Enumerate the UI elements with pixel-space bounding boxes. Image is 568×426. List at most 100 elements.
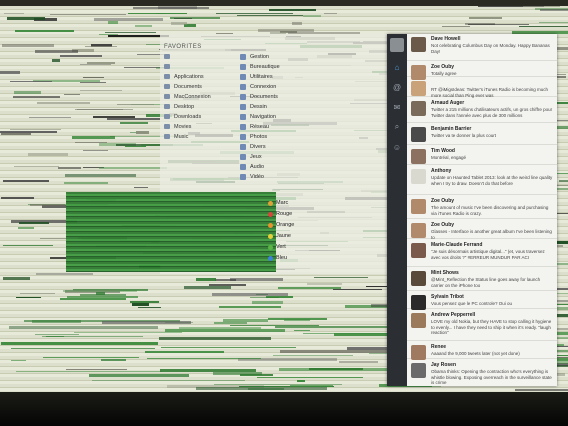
- tweet-avatar[interactable]: [411, 313, 426, 328]
- tweet-item[interactable]: Zoe Ouby The amount of music I've been di…: [407, 196, 557, 219]
- tweet-item[interactable]: RT @iMigsIdeas: Twitter's iTunes Radio i…: [407, 78, 557, 98]
- file-row[interactable]: Réseau: [236, 122, 386, 132]
- file-row-label: Bureautique: [250, 64, 280, 70]
- glitch-streak: [339, 361, 378, 363]
- tweet-author[interactable]: Arnaud Auger: [431, 100, 464, 106]
- file-row[interactable]: Dessin: [236, 102, 386, 112]
- file-row[interactable]: Divers: [236, 142, 386, 152]
- tag-item[interactable]: Rouge: [266, 209, 326, 220]
- tweet-item[interactable]: Zoe Ouby Glasses - Interface is another g…: [407, 220, 557, 240]
- tag-item[interactable]: Jaune: [266, 231, 326, 242]
- tweet-author[interactable]: Anthony: [431, 168, 451, 174]
- sidebar-item-label: Music: [174, 134, 189, 140]
- messages-icon[interactable]: ✉: [392, 102, 402, 112]
- twitter-app-window: ⌂ @ ✉ ⌕ ☺ Dave Howell Not celebrating Col…: [387, 34, 557, 386]
- sidebar-item-label: Desktop: [174, 104, 195, 110]
- tweet-avatar[interactable]: [411, 345, 426, 360]
- tweet-author[interactable]: Zoe Ouby: [431, 64, 454, 70]
- tweet-author[interactable]: Tim Wood: [431, 148, 455, 154]
- tweet-author[interactable]: Mint Shows: [431, 270, 459, 276]
- tag-item[interactable]: Vert: [266, 242, 326, 253]
- tweet-avatar[interactable]: [411, 81, 426, 96]
- glitch-streak: [179, 327, 261, 329]
- tweet-avatar[interactable]: [411, 127, 426, 142]
- file-row[interactable]: Audio: [236, 162, 386, 172]
- profile-icon[interactable]: ☺: [392, 142, 402, 152]
- file-row-label: Photos: [250, 134, 268, 140]
- glitch-streak: [50, 14, 126, 15]
- tweet-avatar[interactable]: [411, 199, 426, 214]
- tweet-item[interactable]: Dave Howell Not celebrating Columbus Day …: [407, 34, 557, 61]
- glitch-streak: [11, 348, 155, 349]
- glitch-streak: [214, 322, 247, 324]
- file-row[interactable]: Vidéo: [236, 172, 386, 182]
- home-icon[interactable]: ⌂: [392, 62, 402, 72]
- tweet-text: Not celebrating Columbus Day on Monday. …: [431, 43, 550, 54]
- tweet-item[interactable]: Benjamin Barrier Twitter va te donner la …: [407, 124, 557, 145]
- sidebar-item[interactable]: [158, 52, 238, 62]
- mentions-icon[interactable]: @: [392, 82, 402, 92]
- tweet-item[interactable]: Arnaud Auger Twitter a 215 millions d'uti…: [407, 98, 557, 123]
- file-row[interactable]: Photos: [236, 132, 386, 142]
- file-row[interactable]: Bureautique: [236, 62, 386, 72]
- glitch-streak: [136, 131, 149, 134]
- tweet-avatar[interactable]: [411, 363, 426, 378]
- tweet-avatar[interactable]: [411, 223, 426, 238]
- glitch-streak: [307, 283, 342, 285]
- glitch-streak: [557, 120, 568, 121]
- file-row[interactable]: Navigation: [236, 112, 386, 122]
- file-row[interactable]: Connexion: [236, 82, 386, 92]
- tweet-item[interactable]: Tim Wood Montréal, engagé: [407, 146, 557, 165]
- file-row[interactable]: Utilitaires: [236, 72, 386, 82]
- finder-sidebar: Applications Documents MacConnexion Desk…: [158, 52, 238, 142]
- tag-item[interactable]: Bleu: [266, 253, 326, 264]
- tweet-author[interactable]: Andrew Pepperrell: [431, 312, 475, 318]
- tweet-avatar[interactable]: [411, 169, 426, 184]
- tweet-author[interactable]: Benjamin Barrier: [431, 126, 471, 132]
- tweet-item[interactable]: Marie-Claude Ferrand "Je suis désormais a…: [407, 240, 557, 267]
- tweet-item[interactable]: Andrew Pepperrell LOVE my old Nokia, but …: [407, 310, 557, 341]
- tweet-item[interactable]: Anthony Update on Haunted Tablet 2013: lo…: [407, 166, 557, 195]
- tweet-text: Update on Haunted Tablet 2013: look at t…: [431, 175, 553, 186]
- tweet-item[interactable]: Renee Aaaand the 9,000 tweets later (not …: [407, 342, 557, 360]
- tag-item[interactable]: Orange: [266, 220, 326, 231]
- tweet-item[interactable]: Zoe Ouby Totally agree: [407, 62, 557, 80]
- tweet-author[interactable]: Renee: [431, 344, 446, 350]
- tweet-avatar[interactable]: [411, 101, 426, 116]
- tweet-avatar[interactable]: [411, 149, 426, 164]
- glitch-streak: [75, 142, 107, 143]
- sidebar-item[interactable]: Desktop: [158, 102, 238, 112]
- sidebar-item[interactable]: Movies: [158, 122, 238, 132]
- file-row[interactable]: Gestion: [236, 52, 386, 62]
- sidebar-item[interactable]: Documents: [158, 82, 238, 92]
- file-row[interactable]: Documents: [236, 92, 386, 102]
- tweet-author[interactable]: Zoe Ouby: [431, 198, 454, 204]
- tweet-item[interactable]: Mint Shows @Mint_Reflection the Status li…: [407, 268, 557, 291]
- glitch-streak: [85, 46, 117, 47]
- sidebar-item[interactable]: Music: [158, 132, 238, 142]
- glitch-streak: [2, 44, 54, 47]
- file-row[interactable]: Jeux: [236, 152, 386, 162]
- account-avatar[interactable]: [390, 38, 404, 52]
- sidebar-item[interactable]: Applications: [158, 72, 238, 82]
- tag-item[interactable]: Marc: [266, 198, 326, 209]
- tweet-author[interactable]: Zoe Ouby: [431, 222, 454, 228]
- glitch-streak: [60, 55, 102, 57]
- tweet-author[interactable]: Dave Howell: [431, 36, 460, 42]
- file-row-label: Réseau: [250, 124, 269, 130]
- glitch-streak: [135, 25, 152, 27]
- search-icon[interactable]: ⌕: [392, 122, 402, 132]
- sidebar-item[interactable]: [158, 62, 238, 72]
- tweet-avatar[interactable]: [411, 271, 426, 286]
- tweet-avatar[interactable]: [411, 295, 426, 310]
- tweet-author[interactable]: Marie-Claude Ferrand: [431, 242, 482, 248]
- tweet-avatar[interactable]: [411, 243, 426, 258]
- tweet-item[interactable]: Jay Rosen Obama thinks: Opening the contr…: [407, 360, 557, 386]
- sidebar-item[interactable]: MacConnexion: [158, 92, 238, 102]
- tweet-avatar[interactable]: [411, 37, 426, 52]
- glitch-streak: [216, 13, 293, 14]
- tweet-item[interactable]: Sylvain Tribot Vous pensez que le PC cont…: [407, 292, 557, 310]
- sidebar-item[interactable]: Downloads: [158, 112, 238, 122]
- tweet-author[interactable]: Jay Rosen: [431, 362, 456, 368]
- tweet-author[interactable]: Sylvain Tribot: [431, 294, 464, 300]
